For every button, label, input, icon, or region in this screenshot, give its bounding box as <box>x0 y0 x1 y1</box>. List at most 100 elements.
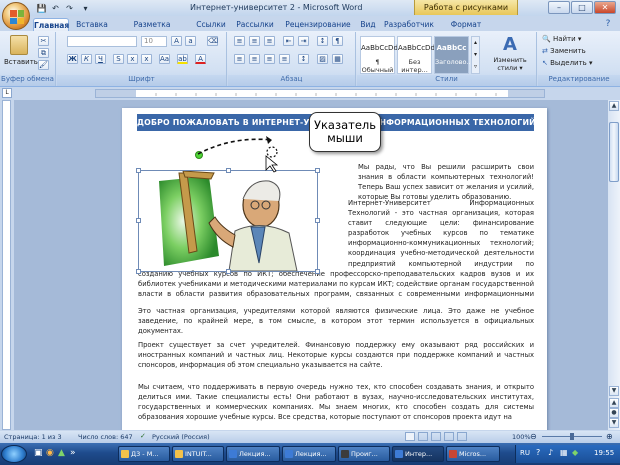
outline-icon[interactable] <box>444 432 454 441</box>
resize-handle-ne[interactable] <box>315 168 320 173</box>
undo-icon[interactable]: ↶ <box>50 3 61 14</box>
clear-format-icon[interactable]: ⌫ <box>207 36 218 46</box>
bold-icon[interactable]: Ж <box>67 54 78 64</box>
style-normal[interactable]: AaBbCcDdI ¶ Обычный <box>360 36 400 74</box>
font-color-icon[interactable]: A <box>195 54 206 64</box>
vertical-scrollbar[interactable]: ▲ ▼ ▲ ● ▼ <box>608 100 620 430</box>
resize-handle-sw[interactable] <box>136 269 141 274</box>
redo-icon[interactable]: ↷ <box>64 3 75 14</box>
select-button[interactable]: ↖ Выделить ▾ <box>542 59 593 67</box>
save-icon[interactable]: 💾 <box>36 3 47 14</box>
tab-developer[interactable]: Разработчик <box>384 18 434 31</box>
language-indicator[interactable]: Русский (Россия) <box>152 433 210 441</box>
zoom-out-icon[interactable]: ⊖ <box>530 432 537 441</box>
tab-view[interactable]: Вид <box>358 18 378 31</box>
clock[interactable]: 19:55 <box>594 449 614 457</box>
pilcrow-icon[interactable]: ¶ <box>332 36 343 46</box>
format-painter-icon[interactable]: 🖌 <box>38 60 49 70</box>
sort-icon[interactable]: ↕ <box>317 36 328 46</box>
multilevel-list-icon[interactable]: ≡ <box>264 36 275 46</box>
cut-icon[interactable]: ✂ <box>38 36 49 46</box>
vertical-ruler[interactable] <box>2 100 11 430</box>
increase-indent-icon[interactable]: ⇥ <box>298 36 309 46</box>
zoom-in-icon[interactable]: ⊕ <box>606 432 613 441</box>
line-spacing-icon[interactable]: ↕ <box>298 54 309 64</box>
tab-format[interactable]: Формат <box>444 18 488 31</box>
align-right-icon[interactable]: ≡ <box>264 54 275 64</box>
tab-page-layout[interactable]: Разметка страницы <box>114 18 190 42</box>
taskbar-item[interactable]: Д3 - М... <box>118 446 170 462</box>
align-left-icon[interactable]: ≡ <box>234 54 245 64</box>
taskbar-item[interactable]: Micros... <box>446 446 500 462</box>
next-page-icon[interactable]: ▼ <box>609 418 619 428</box>
shrink-font-icon[interactable]: a <box>185 36 196 46</box>
word-count[interactable]: Число слов: 647 <box>78 433 133 441</box>
scroll-up-icon[interactable]: ▲ <box>609 101 619 111</box>
scroll-down-icon[interactable]: ▼ <box>609 386 619 396</box>
highlight-icon[interactable]: ab <box>177 54 188 64</box>
zoom-slider-thumb[interactable] <box>570 433 574 440</box>
page-count[interactable]: Страница: 1 из 3 <box>4 433 62 441</box>
justify-icon[interactable]: ≡ <box>279 54 290 64</box>
copy-icon[interactable]: ⧉ <box>38 48 49 58</box>
change-styles-icon[interactable]: A <box>503 34 517 55</box>
browse-object-icon[interactable]: ● <box>609 408 619 418</box>
borders-icon[interactable]: ▦ <box>332 54 343 64</box>
style-no-spacing[interactable]: AaBbCcDdI Без интер... <box>397 36 437 74</box>
ruler-toggle-button[interactable]: L <box>2 88 12 98</box>
proofing-icon[interactable]: ✓ <box>140 432 146 440</box>
shading-icon[interactable]: ▨ <box>317 54 328 64</box>
numbering-icon[interactable]: ≡ <box>249 36 260 46</box>
tab-mailings[interactable]: Рассылки <box>234 18 276 31</box>
horizontal-ruler[interactable] <box>95 89 545 98</box>
zoom-level[interactable]: 100% <box>512 433 531 441</box>
resize-handle-s[interactable] <box>226 269 231 274</box>
start-button[interactable] <box>1 445 27 463</box>
find-button[interactable]: 🔍 Найти ▾ <box>542 35 581 43</box>
change-case-icon[interactable]: Aa <box>159 54 170 64</box>
help-icon[interactable]: ? <box>602 18 614 31</box>
resize-handle-e[interactable] <box>315 218 320 223</box>
font-name-field[interactable] <box>67 36 137 47</box>
show-desktop-icon[interactable]: ▣ <box>34 448 43 458</box>
bullets-icon[interactable]: ≡ <box>234 36 245 46</box>
tab-insert[interactable]: Вставка <box>74 18 110 31</box>
taskbar-item[interactable]: INTUIT... <box>172 446 224 462</box>
font-size-field[interactable]: 10 <box>141 36 167 47</box>
full-screen-icon[interactable] <box>418 432 428 441</box>
office-button[interactable] <box>2 2 30 30</box>
minimize-button[interactable]: – <box>548 1 570 14</box>
document-page[interactable]: ДОБРО ПОЖАЛОВАТЬ В ИНТЕРНЕТ-УНИВЕРСИТЕТ … <box>122 108 547 430</box>
draft-icon[interactable] <box>457 432 467 441</box>
quicklaunch-more-icon[interactable]: » <box>70 448 76 458</box>
italic-icon[interactable]: К <box>81 54 92 64</box>
paste-button[interactable]: Вставить <box>4 58 38 66</box>
strikethrough-icon[interactable]: S <box>113 54 124 64</box>
subscript-icon[interactable]: x <box>127 54 138 64</box>
replace-button[interactable]: ⇄ Заменить <box>542 47 586 55</box>
help-tray-icon[interactable]: ? <box>536 448 540 457</box>
styles-scroll-icon[interactable]: ▴ ▾ ▿ <box>471 36 480 74</box>
maximize-button[interactable]: □ <box>571 1 593 14</box>
close-button[interactable]: ✕ <box>594 1 616 14</box>
paste-icon[interactable] <box>10 35 28 55</box>
resize-handle-w[interactable] <box>136 218 141 223</box>
decrease-indent-icon[interactable]: ⇤ <box>283 36 294 46</box>
prev-page-icon[interactable]: ▲ <box>609 398 619 408</box>
selected-picture[interactable] <box>136 151 320 274</box>
resize-handle-se[interactable] <box>315 269 320 274</box>
print-layout-icon[interactable] <box>405 432 415 441</box>
resize-handle-nw[interactable] <box>136 168 141 173</box>
taskbar-item[interactable]: Лекция... <box>282 446 336 462</box>
underline-icon[interactable]: Ч <box>95 54 106 64</box>
scroll-thumb[interactable] <box>609 122 619 182</box>
volume-icon[interactable]: ♪ <box>548 448 553 457</box>
security-icon[interactable]: ◆ <box>572 448 578 457</box>
style-heading[interactable]: AaBbCc Заголово... <box>434 36 473 74</box>
network-icon[interactable]: ▦ <box>560 448 568 457</box>
taskbar-item-active[interactable]: Интер... <box>392 446 444 462</box>
quicklaunch-icon[interactable]: ▲ <box>58 448 65 458</box>
tab-review[interactable]: Рецензирование <box>282 18 354 31</box>
language-bar[interactable]: RU <box>520 449 530 457</box>
change-styles-button[interactable]: Изменить стили ▾ <box>484 56 536 72</box>
